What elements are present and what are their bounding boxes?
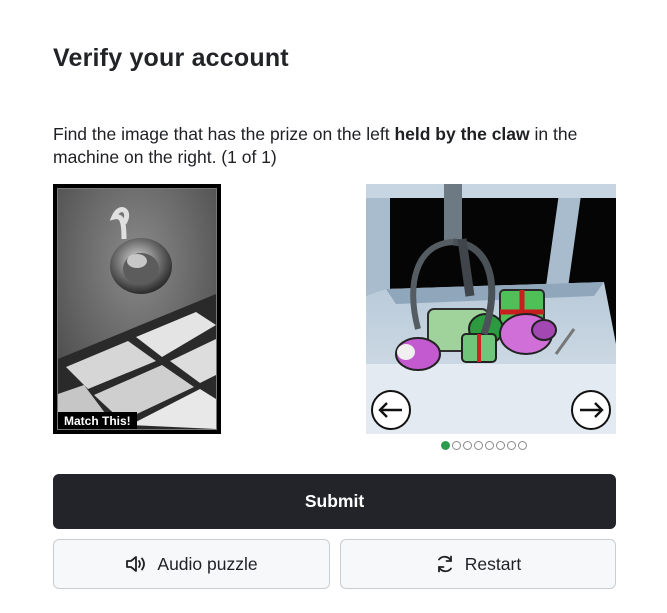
reference-image: Match This! [57,188,217,430]
arrow-right-icon [580,402,604,418]
restart-button[interactable]: Restart [340,539,616,589]
carousel-dot[interactable] [452,441,461,450]
carousel-dot[interactable] [485,441,494,450]
restart-label: Restart [464,553,522,574]
carousel-dot[interactable] [441,441,450,450]
audio-puzzle-button[interactable]: Audio puzzle [53,539,330,589]
page-title: Verify your account [53,44,289,72]
carousel-dot[interactable] [463,441,472,450]
previous-image-button[interactable] [371,390,411,430]
prize-reference-illustration [58,189,216,429]
reference-image-frame: Match This! [53,184,221,434]
instructions-emphasis: held by the claw [394,124,530,144]
submit-button[interactable]: Submit [53,474,616,529]
speaker-icon [126,556,146,572]
match-this-label: Match This! [58,412,137,429]
instructions-before: Find the image that has the prize on the… [53,124,395,144]
carousel-dot[interactable] [496,441,505,450]
arrow-left-icon [378,402,402,418]
carousel-dot[interactable] [474,441,483,450]
refresh-icon [437,555,452,573]
carousel-dot[interactable] [507,441,516,450]
audio-puzzle-label: Audio puzzle [157,553,258,574]
next-image-button[interactable] [571,390,611,430]
instructions-text: Find the image that has the prize on the… [53,123,613,169]
carousel-pagination [441,441,527,450]
carousel-dot[interactable] [518,441,527,450]
